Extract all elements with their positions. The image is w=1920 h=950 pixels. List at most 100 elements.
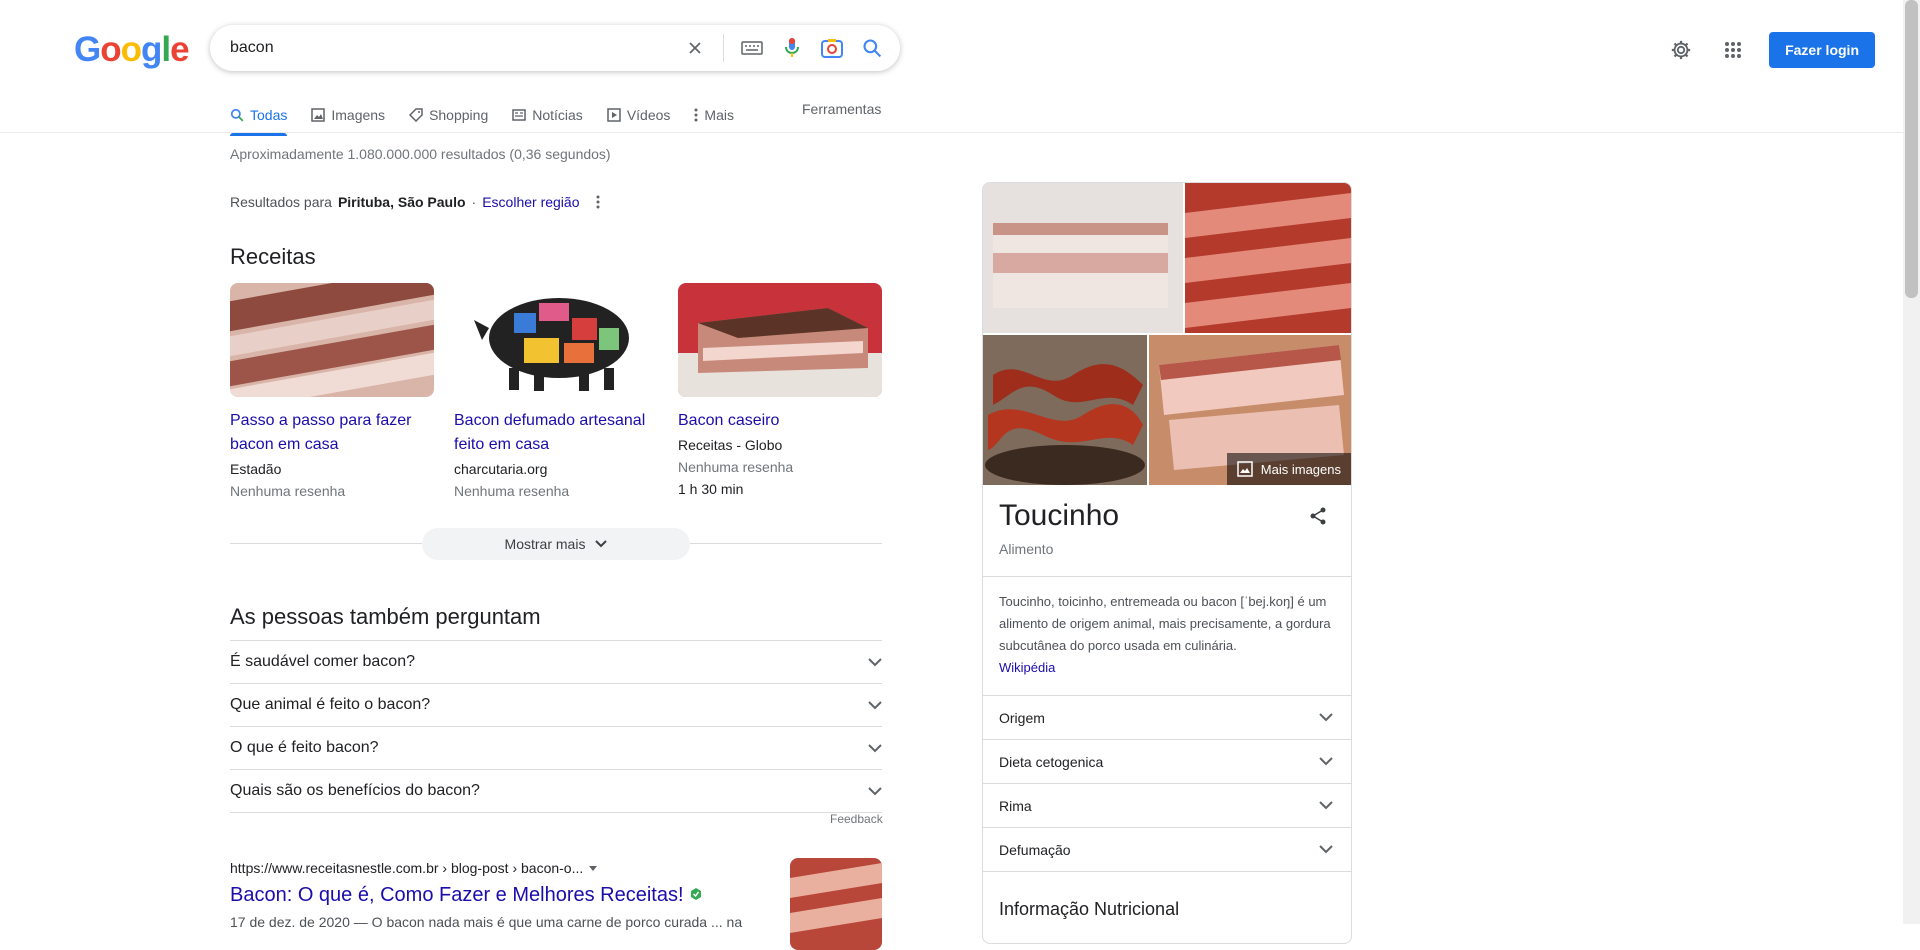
kp-divider (983, 576, 1351, 577)
paa-question[interactable]: O que é feito bacon? (230, 726, 882, 769)
tab-label: Shopping (429, 107, 489, 123)
search-divider (723, 34, 724, 62)
kp-subtitle: Alimento (999, 541, 1054, 557)
recipe-image[interactable] (454, 283, 658, 397)
kp-section-label: Origem (999, 709, 1045, 726)
tab-label: Notícias (532, 107, 583, 123)
tools-button[interactable]: Ferramentas (802, 101, 881, 117)
more-images-button[interactable]: Mais imagens (1226, 453, 1351, 485)
wikipedia-link[interactable]: Wikipédia (999, 660, 1055, 675)
more-vert-icon[interactable] (596, 195, 600, 209)
paa-question[interactable]: Quais são os benefícios do bacon? (230, 769, 882, 813)
kp-section-row[interactable]: Origem (983, 695, 1351, 739)
result-stats: Aproximadamente 1.080.000.000 resultados… (230, 146, 611, 162)
chevron-down-icon (1319, 713, 1333, 722)
tab-label: Vídeos (626, 107, 671, 123)
keyboard-icon[interactable] (736, 32, 768, 64)
image-icon (311, 108, 326, 122)
recipe-image[interactable] (230, 283, 434, 397)
kp-section-row[interactable]: Rima (983, 783, 1351, 827)
more-images-label: Mais imagens (1260, 461, 1341, 477)
paa-question[interactable]: É saudável comer bacon? (230, 640, 882, 683)
chevron-down-icon (868, 743, 882, 752)
kp-section-label: Dieta cetogenica (999, 753, 1104, 770)
paa-list: É saudável comer bacon? Que animal é fei… (230, 640, 882, 813)
recipe-card[interactable]: Bacon caseiro Receitas - Globo Nenhuma r… (678, 283, 882, 497)
result-title-text: Bacon: O que é, Como Fazer e Melhores Re… (230, 884, 684, 906)
recipe-card[interactable]: Passo a passo para fazer bacon em casa E… (230, 283, 434, 499)
recipe-title[interactable]: Bacon caseiro (678, 409, 882, 433)
camera-search-icon[interactable] (816, 32, 848, 64)
recipe-reviews: Nenhuma resenha (454, 483, 570, 499)
result-title[interactable]: Bacon: O que é, Como Fazer e Melhores Re… (230, 884, 703, 907)
microphone-icon[interactable] (776, 32, 808, 64)
chevron-down-icon (595, 540, 608, 548)
kp-image[interactable] (983, 335, 1147, 485)
region-line: Resultados para Pirituba, São Paulo · Es… (230, 194, 600, 210)
paa-heading: As pessoas também perguntam (230, 604, 541, 629)
search-icon (230, 108, 244, 122)
kp-nutrition-heading: Informação Nutricional (999, 899, 1180, 919)
choose-region-link[interactable]: Escolher região (482, 194, 579, 210)
tab-videos[interactable]: Vídeos (607, 100, 671, 130)
login-button[interactable]: Fazer login (1769, 32, 1875, 68)
apps-grid-icon[interactable] (1717, 34, 1749, 66)
clear-icon[interactable] (679, 32, 711, 64)
tab-label: Mais (704, 107, 734, 123)
region-prefix: Resultados para (230, 194, 332, 210)
chevron-down-icon (1319, 757, 1333, 766)
result-snippet: 17 de dez. de 2020 — O bacon nada mais é… (230, 914, 743, 930)
recipe-source: charcutaria.org (454, 461, 548, 477)
tab-all[interactable]: Todas (230, 100, 288, 136)
tab-news[interactable]: Notícias (512, 100, 583, 130)
recipe-reviews: Nenhuma resenha (678, 459, 794, 475)
caret-down-icon[interactable] (589, 865, 598, 871)
recipe-time: 1 h 30 min (678, 481, 744, 497)
search-box[interactable]: bacon (210, 25, 900, 71)
kp-image[interactable] (1185, 183, 1351, 333)
result-thumbnail[interactable] (790, 858, 882, 950)
recipe-source: Estadão (230, 461, 282, 477)
page-scrollbar-thumb[interactable] (1905, 0, 1918, 298)
tab-images[interactable]: Imagens (311, 100, 385, 130)
kp-section-row[interactable]: Dieta cetogenica (983, 739, 1351, 783)
chevron-down-icon (868, 657, 882, 666)
recipe-title[interactable]: Passo a passo para fazer bacon em casa (230, 409, 434, 457)
kp-description-text: Toucinho, toicinho, entremeada ou bacon … (999, 594, 1331, 653)
kp-image[interactable] (983, 183, 1183, 333)
feedback-link[interactable]: Feedback (830, 812, 883, 826)
tab-label: Todas (250, 107, 288, 123)
settings-gear-icon[interactable] (1665, 34, 1697, 66)
recipe-source: Receitas - Globo (678, 437, 783, 453)
paa-question-text: Quais são os benefícios do bacon? (230, 782, 480, 799)
region-separator: · (471, 194, 477, 210)
kp-image[interactable]: Mais imagens (1149, 335, 1351, 485)
tag-icon (409, 108, 423, 122)
paa-question-text: Que animal é feito o bacon? (230, 696, 431, 713)
tab-shopping[interactable]: Shopping (409, 100, 488, 130)
image-icon (1237, 461, 1253, 477)
result-url-text: https://www.receitasnestle.com.br › blog… (230, 860, 584, 876)
kp-description: Toucinho, toicinho, entremeada ou bacon … (999, 591, 1335, 679)
chevron-down-icon (868, 700, 882, 709)
recipes-heading: Receitas (230, 244, 316, 269)
recipe-title[interactable]: Bacon defumado artesanal feito em casa (454, 409, 658, 457)
search-tabs: Todas Imagens Shopping Notícias Vídeos M… (230, 100, 734, 136)
header-divider (0, 132, 1905, 133)
result-url[interactable]: https://www.receitasnestle.com.br › blog… (230, 860, 598, 876)
google-logo[interactable]: Google (74, 30, 190, 70)
paa-question-text: É saudável comer bacon? (230, 653, 415, 670)
show-more-button[interactable]: Mostrar mais (422, 528, 690, 560)
paa-question[interactable]: Que animal é feito o bacon? (230, 683, 882, 726)
recipe-image[interactable] (678, 283, 882, 397)
search-input[interactable]: bacon (230, 39, 274, 57)
news-icon (512, 109, 526, 121)
verified-badge-icon (691, 888, 702, 900)
tab-more[interactable]: Mais (694, 100, 734, 130)
share-icon[interactable] (1309, 506, 1327, 531)
recipe-card[interactable]: Bacon defumado artesanal feito em casa c… (454, 283, 658, 499)
search-icon[interactable] (856, 32, 888, 64)
kp-section-row[interactable]: Defumação (983, 827, 1351, 872)
kp-section-label: Rima (999, 797, 1032, 814)
kp-title: Toucinho (999, 499, 1120, 532)
